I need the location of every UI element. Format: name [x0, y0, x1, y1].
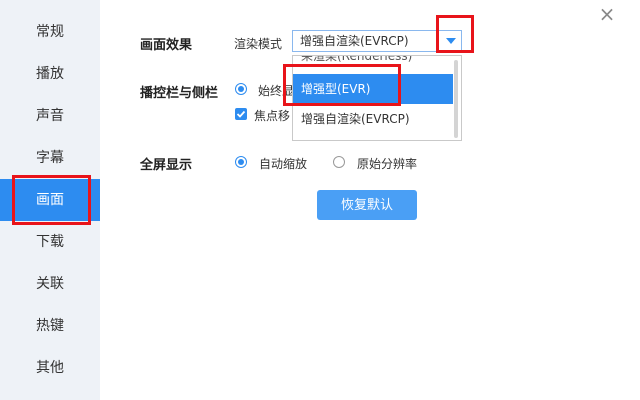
focus-checkbox-label: 焦点移 — [254, 109, 291, 123]
dropdown-scrollbar[interactable] — [454, 60, 458, 138]
sidebar-item-playback[interactable]: 播放 — [0, 53, 100, 95]
original-resolution-radio[interactable] — [333, 156, 345, 168]
close-icon[interactable]: × — [597, 4, 617, 25]
always-show-radio[interactable] — [235, 83, 247, 95]
sidebar-item-audio[interactable]: 声音 — [0, 95, 100, 137]
original-resolution-label: 原始分辨率 — [357, 157, 418, 171]
sidebar-item-other[interactable]: 其他 — [0, 347, 100, 389]
sidebar-item-general[interactable]: 常规 — [0, 11, 100, 53]
display-section-title: 画面效果 — [140, 38, 193, 53]
dropdown-option-evr[interactable]: 增强型(EVR) — [293, 74, 453, 104]
control-bar-section-title: 播控栏与侧栏 — [140, 86, 219, 101]
dropdown-option-renderless[interactable]: 呆渲染(Renderless) — [293, 56, 453, 68]
render-mode-label: 渲染模式 — [234, 37, 283, 51]
chevron-down-icon[interactable] — [441, 31, 461, 51]
auto-zoom-label: 自动缩放 — [259, 157, 308, 171]
auto-zoom-radio[interactable] — [235, 156, 247, 168]
sidebar-item-hotkeys[interactable]: 热键 — [0, 305, 100, 347]
sidebar-item-association[interactable]: 关联 — [0, 263, 100, 305]
render-mode-dropdown: 呆渲染(Renderless) 增强型(EVR) 增强自渲染(EVRCP) — [292, 55, 462, 141]
restore-default-button[interactable]: 恢复默认 — [317, 190, 417, 220]
sidebar-item-display[interactable]: 画面 — [0, 179, 100, 221]
always-show-label: 始终显 — [258, 84, 295, 98]
settings-sidebar: 常规 播放 声音 字幕 画面 下载 关联 热键 其他 — [0, 0, 100, 400]
render-mode-select[interactable]: 增强自渲染(EVRCP) — [292, 30, 462, 52]
focus-checkbox[interactable] — [235, 108, 247, 120]
dropdown-option-evrcp[interactable]: 增强自渲染(EVRCP) — [293, 104, 453, 134]
sidebar-item-download[interactable]: 下载 — [0, 221, 100, 263]
fullscreen-section-title: 全屏显示 — [140, 158, 193, 173]
sidebar-item-subtitles[interactable]: 字幕 — [0, 137, 100, 179]
